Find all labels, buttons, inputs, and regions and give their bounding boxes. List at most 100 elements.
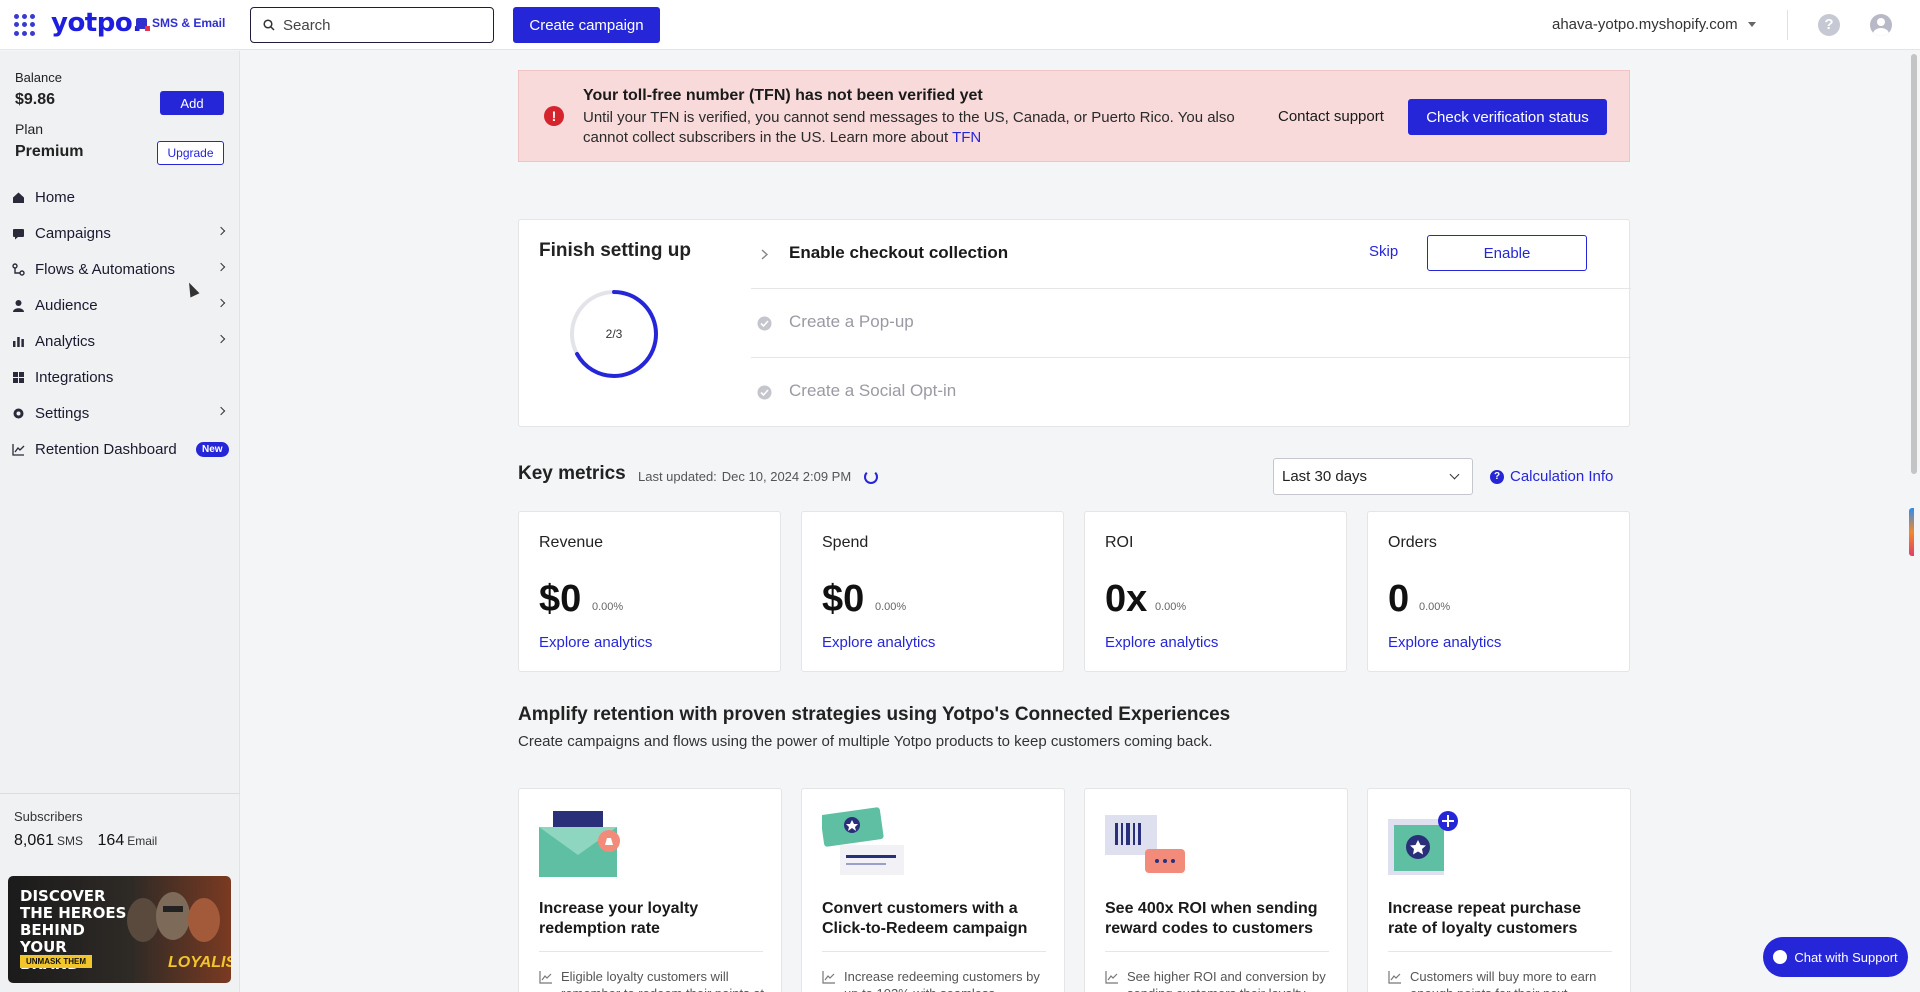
tfn-link[interactable]: TFN xyxy=(952,129,981,146)
help-icon[interactable]: ? xyxy=(1818,14,1840,36)
flows-icon xyxy=(12,262,25,276)
sidebar-item-home[interactable]: Home xyxy=(0,179,240,215)
store-selector[interactable]: ahava-yotpo.myshopify.com xyxy=(1552,16,1756,33)
check-verification-button[interactable]: Check verification status xyxy=(1408,99,1607,135)
strategy-card-reward-codes[interactable]: See 400x ROI when sending reward codes t… xyxy=(1084,788,1348,992)
product-label: SMS & Email xyxy=(152,16,226,30)
search-icon xyxy=(263,19,275,31)
sidebar-item-label: Home xyxy=(35,188,76,206)
alert-body: Until your TFN is verified, you cannot s… xyxy=(583,108,1243,148)
metric-card-roi: ROI 0x 0.00% Explore analytics xyxy=(1084,511,1347,672)
explore-analytics-link[interactable]: Explore analytics xyxy=(822,634,935,651)
key-metrics-title: Key metrics xyxy=(518,463,626,484)
sidebar-item-audience[interactable]: Audience xyxy=(0,287,240,323)
card-description: Customers will buy more to earn enough p… xyxy=(1410,969,1597,992)
bar-chart-icon xyxy=(13,336,24,347)
loyalists-promo-banner[interactable]: DISCOVER THE HEROES BEHIND YOUR BRAND UN… xyxy=(8,876,231,983)
subscribers-counts: 8,061 SMS 164 Email xyxy=(14,832,167,850)
metric-value: $0 xyxy=(539,578,582,620)
metric-value: $0 xyxy=(822,578,865,620)
strategy-card-loyalty-redemption[interactable]: Increase your loyalty redemption rate El… xyxy=(518,788,782,992)
sidebar-item-campaigns[interactable]: Campaigns xyxy=(0,215,240,251)
sidebar-item-settings[interactable]: Settings xyxy=(0,395,240,431)
explore-analytics-link[interactable]: Explore analytics xyxy=(1388,634,1501,651)
step-create-popup[interactable]: Create a Pop-up xyxy=(751,289,1631,358)
star-badge-icon xyxy=(1388,811,1458,875)
refresh-icon[interactable] xyxy=(864,469,879,484)
chevron-right-icon xyxy=(216,406,226,416)
metric-name: Orders xyxy=(1388,534,1437,551)
chevron-right-icon xyxy=(216,298,226,308)
sidebar-item-label: Integrations xyxy=(35,368,114,386)
sms-count: 8,061 xyxy=(14,832,55,849)
step-enable-checkout[interactable]: Enable checkout collection Skip Enable xyxy=(751,220,1631,289)
chevron-right-icon xyxy=(216,262,226,272)
enable-button[interactable]: Enable xyxy=(1427,235,1587,271)
error-icon: ! xyxy=(544,106,564,126)
sidebar-item-analytics[interactable]: Analytics xyxy=(0,323,240,359)
yotpo-logo[interactable]: yotpo. xyxy=(51,8,142,38)
heroes-illustration xyxy=(127,892,220,942)
alert-title: Your toll-free number (TFN) has not been… xyxy=(583,87,983,104)
side-widget-tab[interactable] xyxy=(1909,508,1914,556)
user-avatar-icon[interactable] xyxy=(1870,14,1892,36)
divider xyxy=(0,793,240,794)
email-count: 164 xyxy=(97,832,125,849)
search-box[interactable] xyxy=(250,7,494,43)
plan-value: Premium xyxy=(15,143,84,160)
divider xyxy=(1388,951,1612,952)
date-range-select[interactable]: Last 30 days xyxy=(1273,458,1473,495)
chat-label: Chat with Support xyxy=(1794,949,1898,965)
contact-support-button[interactable]: Contact support xyxy=(1278,108,1384,125)
step-create-social-optin[interactable]: Create a Social Opt-in xyxy=(751,358,1631,427)
add-balance-button[interactable]: Add xyxy=(160,91,224,115)
metric-change: 0.00% xyxy=(1155,601,1187,613)
search-input[interactable] xyxy=(283,16,473,34)
coupon-ticket-icon xyxy=(822,807,904,875)
check-circle-icon xyxy=(757,385,772,400)
step-label: Create a Pop-up xyxy=(789,312,914,331)
subscribers-label: Subscribers xyxy=(14,809,83,824)
card-description: See higher ROI and conversion by sending… xyxy=(1127,969,1326,992)
strategy-card-click-to-redeem[interactable]: Convert customers with a Click-to-Redeem… xyxy=(801,788,1065,992)
grid-icon xyxy=(13,371,24,383)
card-title: Increase your loyalty redemption rate xyxy=(539,900,699,937)
balance-value: $9.86 xyxy=(15,91,56,108)
skip-button[interactable]: Skip xyxy=(1369,243,1398,260)
explore-analytics-link[interactable]: Explore analytics xyxy=(539,634,652,651)
check-circle-icon xyxy=(757,316,772,331)
scrollbar-thumb[interactable] xyxy=(1911,54,1917,474)
card-title: Increase repeat purchase rate of loyalty… xyxy=(1388,900,1581,937)
calculation-info-label: Calculation Info xyxy=(1510,468,1614,485)
sms-label: SMS xyxy=(57,834,84,848)
barcode-chat-icon xyxy=(1105,815,1185,873)
upgrade-button[interactable]: Upgrade xyxy=(157,141,224,165)
amplify-title: Amplify retention with proven strategies… xyxy=(518,704,1231,725)
create-campaign-button[interactable]: Create campaign xyxy=(513,7,660,43)
explore-analytics-link[interactable]: Explore analytics xyxy=(1105,634,1218,651)
chat-icon xyxy=(1773,950,1788,964)
sidebar-item-label: Audience xyxy=(35,296,98,314)
divider xyxy=(1105,951,1329,952)
sidebar-item-integrations[interactable]: Integrations xyxy=(0,359,240,395)
sidebar-item-label: Retention Dashboard xyxy=(35,440,177,458)
metric-value: 0x xyxy=(1105,578,1148,620)
sidebar-item-label: Analytics xyxy=(35,332,96,350)
calculation-info-link[interactable]: ? Calculation Info xyxy=(1490,468,1613,485)
metric-value: 0 xyxy=(1388,578,1410,620)
sidebar-item-label: Campaigns xyxy=(35,224,111,242)
trend-icon xyxy=(1105,971,1118,984)
promo-cta[interactable]: UNMASK THEM xyxy=(20,955,92,968)
app-grid-icon[interactable] xyxy=(14,14,36,36)
chat-support-button[interactable]: Chat with Support xyxy=(1763,937,1908,977)
card-title: See 400x ROI when sending reward codes t… xyxy=(1105,900,1318,937)
divider xyxy=(539,951,763,952)
trend-icon xyxy=(539,971,552,984)
sidebar-item-retention-dashboard[interactable]: Retention Dashboard New xyxy=(0,431,240,467)
top-bar: yotpo. SMS & Email Create campaign ahava… xyxy=(0,0,1920,50)
strategy-card-repeat-purchase[interactable]: Increase repeat purchase rate of loyalty… xyxy=(1367,788,1631,992)
alert-body-text: Until your TFN is verified, you cannot s… xyxy=(583,109,1235,146)
sidebar-item-label: Settings xyxy=(35,404,90,422)
sidebar-item-flows[interactable]: Flows & Automations xyxy=(0,251,240,287)
last-updated-label: Last updated: xyxy=(638,469,717,484)
